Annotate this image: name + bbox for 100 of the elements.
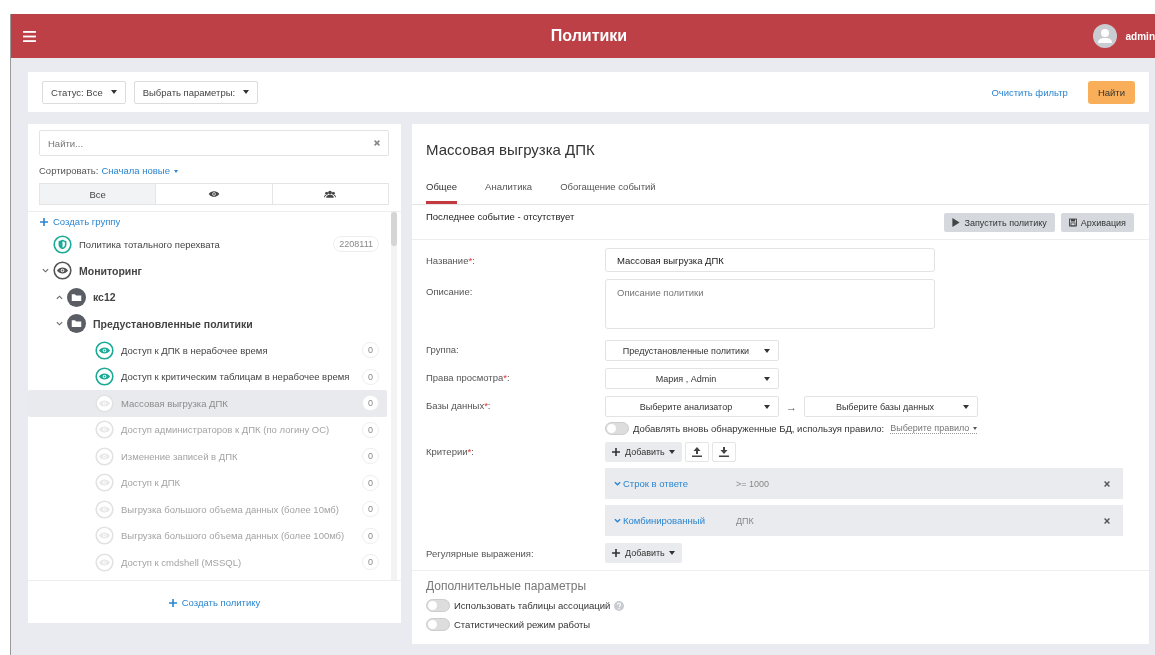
tree-item-label: Доступ к критическим таблицам в нерабочее время <box>121 371 351 383</box>
download-icon <box>718 447 729 457</box>
save-icon <box>1068 218 1077 227</box>
tree-item[interactable]: Доступ к ДПК в нерабочее время 0 <box>28 337 387 364</box>
count-badge: 0 <box>362 368 379 385</box>
toggle-label: Статистический режим работы <box>454 619 591 630</box>
tree-item[interactable]: Политика тотального перехвата 2208111 <box>28 231 387 258</box>
scrollbar[interactable] <box>391 212 397 580</box>
count-badge: 0 <box>362 421 379 438</box>
sort-dropdown[interactable]: Сначала новые <box>101 165 178 176</box>
select-dropdown[interactable]: Предустановленные политики <box>605 340 779 361</box>
tree-item-label: Массовая выгрузка ДПК <box>121 397 229 409</box>
archive-button[interactable]: Архивация <box>1060 213 1134 232</box>
field-label: Критерии*: <box>426 445 475 459</box>
field-label: Регулярные выражения: <box>426 547 535 561</box>
toggle-switch[interactable] <box>605 422 629 435</box>
close-icon[interactable] <box>1103 516 1111 525</box>
close-icon[interactable] <box>1103 479 1111 488</box>
tree-item-label: Мониторинг <box>79 264 143 277</box>
create-policy-link[interactable]: Создать политику <box>168 596 261 608</box>
view-tab[interactable]: Все <box>40 184 157 204</box>
tree-item[interactable]: Доступ к критическим таблицам в нерабочее время 0 <box>28 363 387 390</box>
chevron-down-icon <box>614 517 621 524</box>
tree-item-label: Выгрузка большого объема данных (более 100мб) <box>121 530 346 542</box>
toggle-switch[interactable] <box>426 599 450 612</box>
criterion-value: ДПК <box>736 515 754 526</box>
count-badge: 0 <box>362 395 379 412</box>
count-badge: 0 <box>362 501 379 518</box>
add-dropdown-button[interactable]: Добавить <box>605 442 682 462</box>
tab[interactable]: Общее <box>426 181 458 204</box>
toggle-label: Использовать таблицы ассоциаций <box>454 600 611 611</box>
field-label: Название*: <box>426 254 476 268</box>
last-event-text: Последнее событие - отсутствует <box>426 211 575 222</box>
database-dropdown[interactable]: Выберите базы данных <box>804 396 978 417</box>
tree-item[interactable]: Доступ администраторов к ДПК (по логину ОС) 0 <box>28 416 387 443</box>
eye-icon <box>53 261 72 281</box>
criterion-value: >= 1000 <box>736 478 770 489</box>
tree-item[interactable]: Массовая выгрузка ДПК 0 <box>28 390 387 417</box>
chevron-down-icon[interactable] <box>56 320 63 328</box>
toggle-switch[interactable] <box>426 618 450 631</box>
field-label: Базы данных*: <box>426 399 492 413</box>
analyzer-dropdown[interactable]: Выберите анализатор <box>605 396 779 417</box>
tree-item[interactable]: Доступ к cmdshell (MSSQL) 0 <box>28 549 387 576</box>
clear-filter-link[interactable]: Очистить фильтр <box>991 86 1068 98</box>
page-title: Политики <box>550 27 628 45</box>
count-badge: 0 <box>362 527 379 544</box>
find-button[interactable]: Найти <box>1087 80 1135 104</box>
avatar-icon[interactable] <box>1092 24 1117 48</box>
play-icon <box>952 218 961 227</box>
count-badge: 0 <box>362 554 379 571</box>
clear-icon[interactable] <box>373 139 381 147</box>
count-badge: 0 <box>362 342 379 359</box>
field-label: Группа: <box>426 343 460 357</box>
tree-item[interactable]: Доступ к ДПК 0 <box>28 469 387 496</box>
tree-item-label: Доступ к ДПК в нерабочее время <box>121 344 269 356</box>
run-policy-button[interactable]: Запустить политику <box>944 213 1055 232</box>
arrow-text: → <box>786 400 797 413</box>
tree-item[interactable]: Мониторинг <box>28 257 387 284</box>
tree-item-label: Политика тотального перехвата <box>79 238 221 250</box>
chevron-up-icon[interactable] <box>56 293 63 301</box>
folder-icon <box>67 314 86 334</box>
upload-button[interactable] <box>684 442 709 462</box>
plus-icon <box>40 218 48 226</box>
section-title: Дополнительные параметры <box>426 579 588 593</box>
tree-item-label: Выгрузка большого объема данных (более 10мб) <box>121 503 340 515</box>
download-button[interactable] <box>711 442 736 462</box>
tab[interactable]: Аналитика <box>485 181 533 204</box>
create-group-link[interactable]: Создать группу <box>28 214 391 231</box>
tab[interactable]: Обогащение событий <box>560 181 656 204</box>
count-badge: 0 <box>362 448 379 465</box>
folder-icon <box>67 287 86 307</box>
plus-icon <box>168 598 177 607</box>
search-field[interactable]: Найти... <box>39 130 389 156</box>
tree-item[interactable]: Предустановленные политики <box>28 310 387 337</box>
tree-item[interactable]: Изменение записей в ДПК 0 <box>28 443 387 470</box>
name-field[interactable]: Массовая выгрузка ДПК <box>605 248 935 272</box>
add-dropdown-button[interactable]: Добавить <box>605 543 682 563</box>
tree-item[interactable]: кс12 <box>28 284 387 311</box>
count-badge: 2208111 <box>333 236 379 253</box>
tree-item-label: кс12 <box>93 291 117 304</box>
filter-dropdown[interactable]: Выбрать параметры: <box>133 80 259 104</box>
chevron-down-icon <box>614 480 621 487</box>
toggle-label: Добавлять вновь обнаруженные БД, используя правило: <box>633 423 885 434</box>
tree-item-label: Предустановленные политики <box>93 317 254 330</box>
tree-item[interactable]: Выгрузка большого объема данных (более 100мб) 0 <box>28 522 387 549</box>
user-name[interactable]: admin <box>1125 30 1155 42</box>
tree-item-label: Изменение записей в ДПК <box>121 450 239 462</box>
users-icon <box>324 190 337 198</box>
description-field[interactable]: Описание политики <box>605 279 935 329</box>
menu-icon[interactable] <box>23 30 36 42</box>
count-badge: 0 <box>362 474 379 491</box>
chevron-down-icon[interactable] <box>42 267 49 275</box>
select-dropdown[interactable]: Мария , Admin <box>605 368 779 389</box>
filter-dropdown[interactable]: Статус: Все <box>42 80 126 104</box>
upload-icon <box>691 447 702 457</box>
policy-title: Массовая выгрузка ДПК <box>425 140 596 160</box>
rule-dropdown[interactable]: Выберите правило <box>890 423 977 434</box>
plus-icon <box>612 549 620 557</box>
tree-item[interactable]: Выгрузка большого объема данных (более 10мб) 0 <box>28 496 387 523</box>
sort-label: Сортировать: <box>39 165 99 176</box>
